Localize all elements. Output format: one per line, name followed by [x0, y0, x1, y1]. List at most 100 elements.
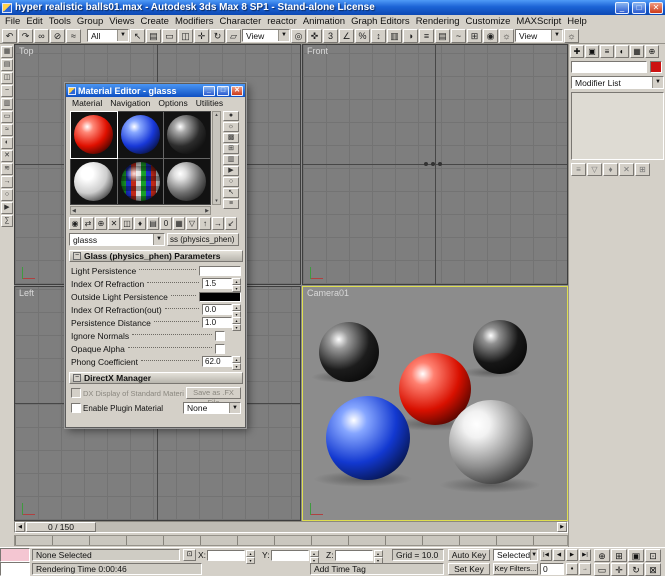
close-button[interactable]: ✕	[649, 2, 663, 14]
background-icon[interactable]: ▩	[223, 133, 239, 143]
viewport-top-label[interactable]: Top	[19, 46, 34, 56]
make-unique-icon[interactable]: ♦	[134, 217, 146, 230]
enable-plugin-checkbox[interactable]	[71, 403, 81, 413]
undo-icon[interactable]: ↶	[2, 29, 17, 43]
color-swatch[interactable]	[199, 292, 241, 302]
menu-item[interactable]: Animation	[300, 16, 348, 27]
reactor-spring-icon[interactable]: ≈	[1, 124, 13, 136]
sample-slot-gray[interactable]	[164, 159, 210, 205]
sample-slot-blue[interactable]	[118, 112, 164, 158]
percent-snap-icon[interactable]: %	[355, 29, 370, 43]
material-map-navigator-icon[interactable]: ≡	[223, 199, 239, 209]
menu-item[interactable]: Group	[74, 16, 106, 27]
chevron-down-icon[interactable]: ▼	[117, 30, 128, 41]
quick-render-icon[interactable]: ☼	[564, 29, 579, 43]
play-icon[interactable]: ▶	[566, 549, 578, 561]
sample-uv-tiling-icon[interactable]: ⊞	[223, 144, 239, 154]
maximize-button[interactable]: □	[217, 86, 229, 96]
time-slider-handle[interactable]: 0 / 150	[26, 522, 96, 532]
parameter-checkbox[interactable]	[215, 344, 225, 354]
align-icon[interactable]: ≡	[419, 29, 434, 43]
render-scene-icon[interactable]: ☼	[499, 29, 514, 43]
select-and-rotate-icon[interactable]: ↻	[210, 29, 225, 43]
sample-type-icon[interactable]: ●	[223, 111, 239, 121]
named-selection-sets-icon[interactable]: ▥	[387, 29, 402, 43]
schematic-view-icon[interactable]: ⊞	[467, 29, 482, 43]
collapse-icon[interactable]: −	[73, 252, 81, 260]
select-and-link-icon[interactable]: ∞	[34, 29, 49, 43]
window-titlebar[interactable]: hyper realistic balls01.max - Autodesk 3…	[0, 0, 665, 15]
key-selection-dropdown[interactable]: Selected ▼	[493, 549, 538, 561]
snap-toggle-icon[interactable]: 3	[323, 29, 338, 43]
material-name-dropdown[interactable]: glasss ▼	[69, 233, 165, 246]
chevron-down-icon[interactable]: ▼	[278, 30, 289, 41]
maximize-button[interactable]: □	[632, 2, 646, 14]
go-to-end-icon[interactable]: ▶|	[579, 549, 591, 561]
put-to-library-icon[interactable]: ▤	[147, 217, 159, 230]
select-by-material-icon[interactable]: ↖	[223, 188, 239, 198]
menu-item[interactable]: reactor	[264, 16, 300, 27]
viewport-front-label[interactable]: Front	[307, 46, 328, 56]
utilities-tab-icon[interactable]: ⊕	[645, 45, 659, 58]
spinner-up-icon[interactable]: ▴	[232, 304, 241, 311]
video-color-check-icon[interactable]: ▥	[223, 155, 239, 165]
y-field[interactable]	[271, 550, 309, 561]
material-editor-titlebar[interactable]: Material Editor - glasss _ □ ✕	[66, 84, 245, 97]
sample-slot-black[interactable]	[164, 112, 210, 158]
zoom-all-icon[interactable]: ⊞	[611, 549, 627, 562]
select-by-name-icon[interactable]: ▤	[146, 29, 161, 43]
z-spinner[interactable]: ▴▾	[374, 550, 383, 561]
reactor-motor-icon[interactable]: ◐	[1, 137, 13, 149]
x-spinner[interactable]: ▴▾	[246, 550, 255, 561]
color-swatch[interactable]	[199, 266, 241, 276]
layer-manager-icon[interactable]: ▤	[435, 29, 450, 43]
angle-snap-icon[interactable]: ∠	[339, 29, 354, 43]
reactor-rigid-body-icon[interactable]: ▦	[1, 46, 13, 58]
spinner-snap-icon[interactable]: ↕	[371, 29, 386, 43]
spinner-up-icon[interactable]: ▴	[310, 550, 319, 557]
rollout-glass-parameters[interactable]: − Glass (physics_phen) Parameters	[69, 250, 243, 262]
previous-frame-icon[interactable]: ◀	[553, 549, 565, 561]
add-time-tag[interactable]: Add Time Tag	[310, 563, 444, 575]
maxscript-mini-listener-macro[interactable]	[0, 548, 30, 562]
rollout-directx-manager[interactable]: − DirectX Manager	[69, 372, 243, 384]
curve-editor-icon[interactable]: ~	[451, 29, 466, 43]
menu-item[interactable]: Material	[68, 98, 106, 108]
object-color-swatch[interactable]	[650, 61, 662, 73]
selection-filter-dropdown[interactable]: All ▼	[87, 29, 129, 42]
menu-item[interactable]: Edit	[23, 16, 45, 27]
key-mode-toggle-icon[interactable]: ♦	[566, 563, 578, 575]
modify-tab-icon[interactable]: ▣	[585, 45, 599, 58]
create-tab-icon[interactable]: ✚	[570, 45, 584, 58]
scroll-right-icon[interactable]: ▶	[205, 208, 209, 214]
region-zoom-icon[interactable]: ▭	[594, 563, 610, 576]
spinner-up-icon[interactable]: ▴	[232, 317, 241, 324]
reactor-water-icon[interactable]: ≋	[1, 163, 13, 175]
scroll-left-icon[interactable]: ◀	[72, 208, 76, 214]
select-object-icon[interactable]: ↖	[130, 29, 145, 43]
unlink-selection-icon[interactable]: ⊘	[50, 29, 65, 43]
sample-slot-red[interactable]	[71, 112, 117, 158]
plugin-material-dropdown[interactable]: None ▼	[183, 402, 241, 414]
pick-material-from-object-icon[interactable]: ↙	[225, 217, 237, 230]
mirror-icon[interactable]: ◑	[403, 29, 418, 43]
menu-item[interactable]: Navigation	[106, 98, 154, 108]
object-name-field[interactable]	[571, 61, 647, 73]
put-material-to-scene-icon[interactable]: ⇄	[82, 217, 94, 230]
maximize-viewport-toggle-icon[interactable]: ⊠	[645, 563, 661, 576]
sample-slot-white[interactable]	[71, 159, 117, 205]
spinner-value-field[interactable]: 62.0	[202, 356, 232, 367]
arc-rotate-icon[interactable]: ↻	[628, 563, 644, 576]
current-frame-field[interactable]: 0	[540, 563, 564, 575]
show-end-result-icon[interactable]: ▽	[186, 217, 198, 230]
dx-display-checkbox[interactable]	[71, 388, 81, 398]
spinner-value-field[interactable]: 1.5	[202, 278, 232, 289]
reactor-cloth-icon[interactable]: ▤	[1, 59, 13, 71]
menu-item[interactable]: Options	[154, 98, 191, 108]
use-pivot-point-center-icon[interactable]: ◎	[291, 29, 306, 43]
material-options-icon[interactable]: ○	[223, 177, 239, 187]
viewport-front[interactable]: Front	[302, 44, 568, 285]
pin-stack-icon[interactable]: ≡	[571, 163, 586, 176]
spinner-up-icon[interactable]: ▴	[232, 356, 241, 363]
collapse-icon[interactable]: −	[73, 374, 81, 382]
